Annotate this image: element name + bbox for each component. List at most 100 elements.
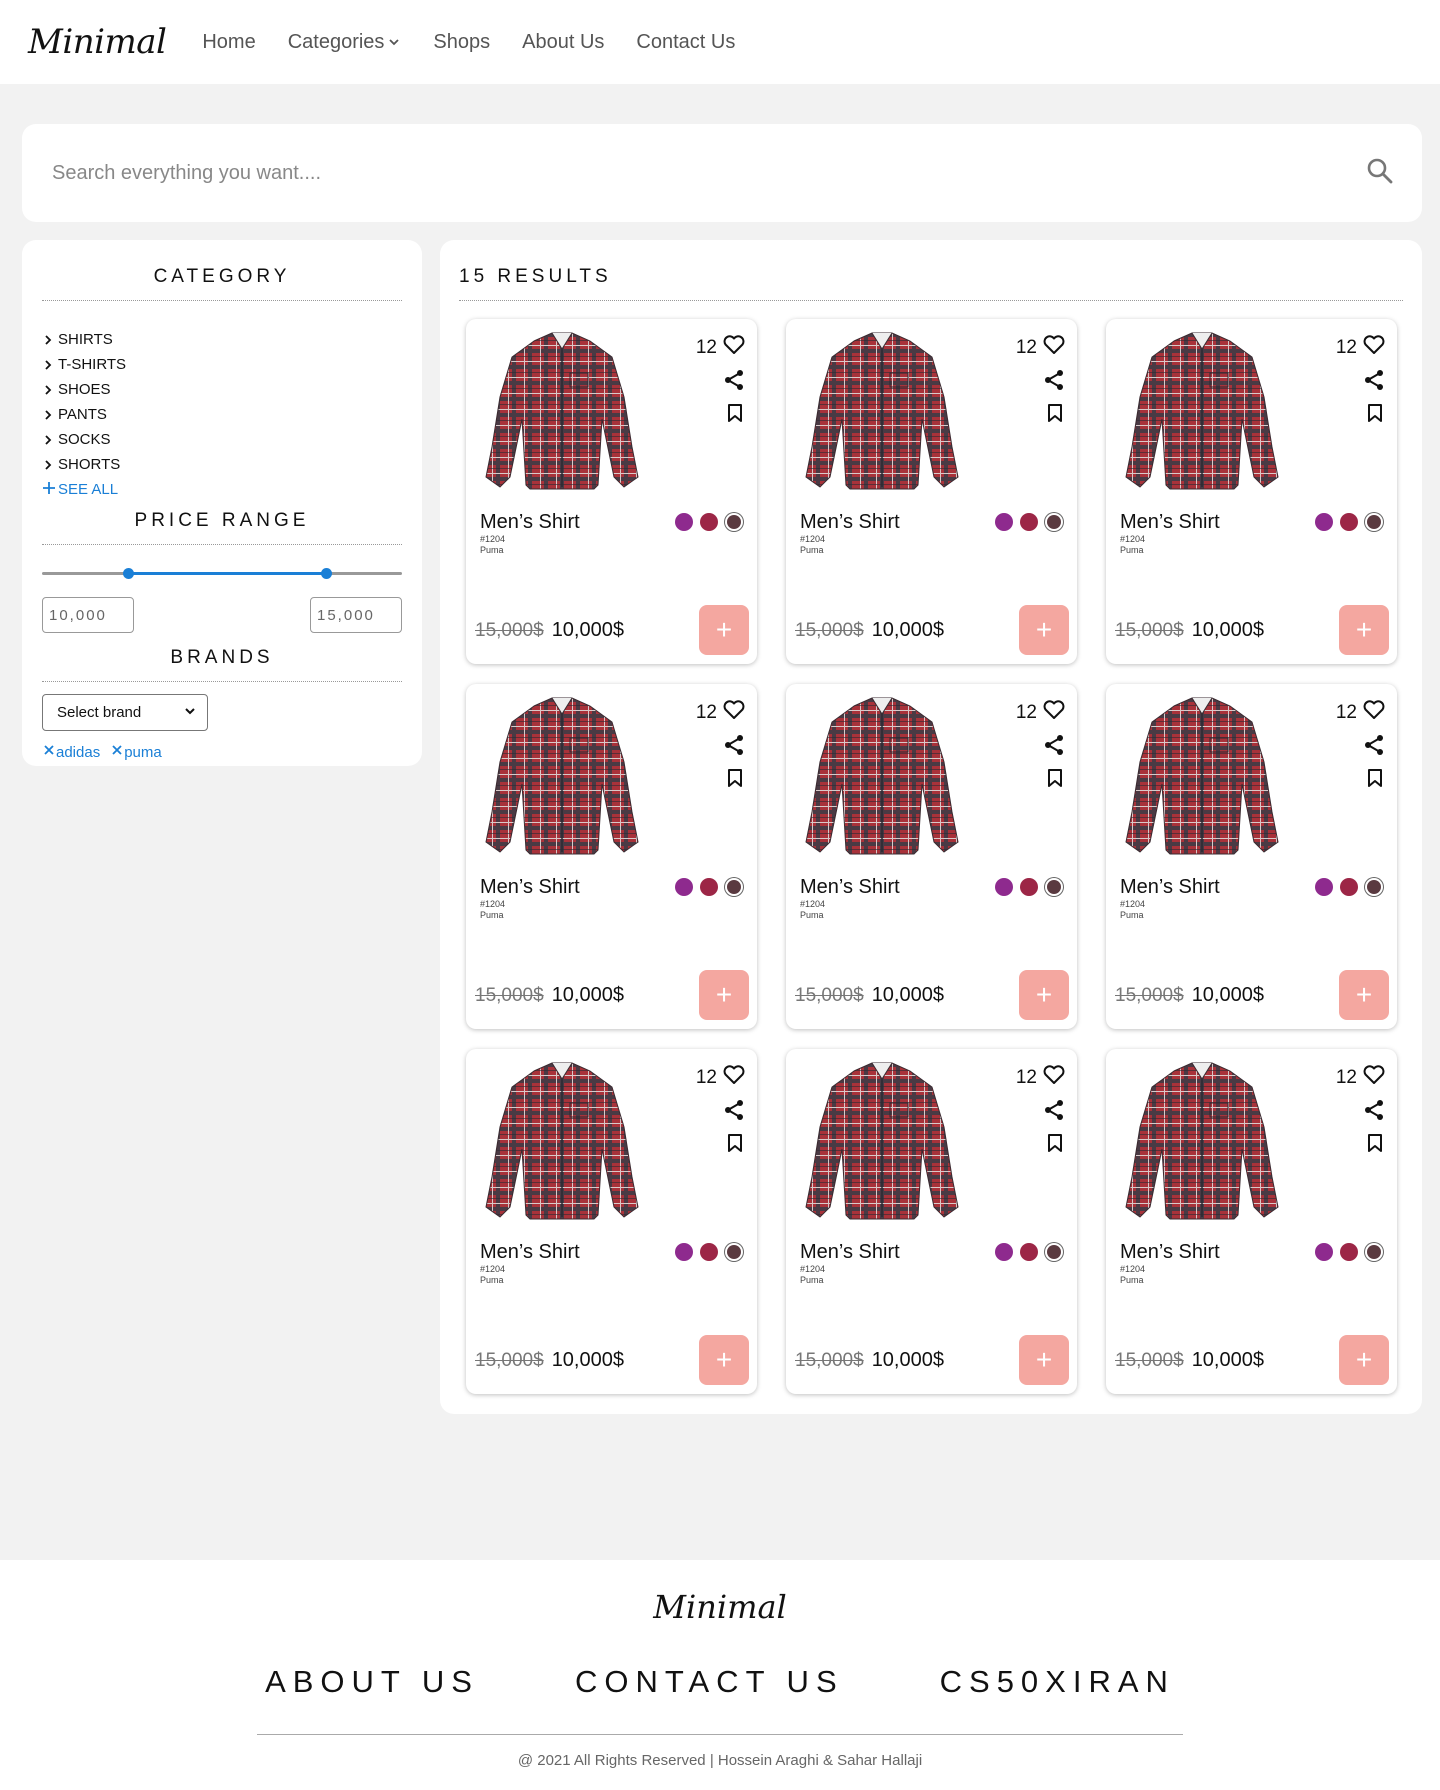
heart-icon[interactable] (1363, 1065, 1385, 1091)
category-item-shoes[interactable]: SHOES (42, 377, 402, 402)
color-swatch-selected[interactable] (1047, 1245, 1061, 1259)
like-control[interactable]: 12 (1016, 700, 1065, 726)
add-to-cart-button[interactable]: + (1339, 970, 1389, 1020)
category-item-t-shirts[interactable]: T-SHIRTS (42, 352, 402, 377)
site-logo[interactable]: Minimal (28, 22, 167, 62)
product-name[interactable]: Men’s Shirt (480, 1241, 580, 1264)
bookmark-icon[interactable] (1047, 1133, 1063, 1158)
color-swatch[interactable] (1340, 513, 1358, 531)
product-image[interactable] (1114, 327, 1290, 495)
product-image[interactable] (474, 692, 650, 860)
product-card[interactable]: 12 Men’s Shirt #1204 Puma 15,000$ 10,000… (466, 1049, 757, 1394)
product-image[interactable] (474, 327, 650, 495)
share-icon[interactable] (723, 734, 745, 761)
product-card[interactable]: 12 Men’s Shirt #1204 Puma 15,000$ 10,000… (1106, 1049, 1397, 1394)
brand-tag-adidas[interactable]: adidas (42, 743, 100, 761)
bookmark-icon[interactable] (1367, 768, 1383, 793)
product-name[interactable]: Men’s Shirt (1120, 876, 1220, 899)
color-swatch[interactable] (995, 1243, 1013, 1261)
color-swatch[interactable] (675, 878, 693, 896)
color-swatch[interactable] (995, 513, 1013, 531)
bookmark-icon[interactable] (727, 403, 743, 428)
color-swatch-selected[interactable] (1047, 880, 1061, 894)
add-to-cart-button[interactable]: + (699, 970, 749, 1020)
add-to-cart-button[interactable]: + (1019, 605, 1069, 655)
footer-link-about-us[interactable]: ABOUT US (265, 1664, 479, 1700)
category-item-shorts[interactable]: SHORTS (42, 452, 402, 477)
category-item-shirts[interactable]: SHIRTS (42, 327, 402, 352)
product-image[interactable] (1114, 692, 1290, 860)
color-swatch-selected[interactable] (1047, 515, 1061, 529)
heart-icon[interactable] (723, 1065, 745, 1091)
product-card[interactable]: 12 Men’s Shirt #1204 Puma 15,000$ 10,000… (786, 1049, 1077, 1394)
share-icon[interactable] (1363, 734, 1385, 761)
like-control[interactable]: 12 (696, 700, 745, 726)
product-image[interactable] (1114, 1057, 1290, 1225)
see-all-link[interactable]: SEE ALL (42, 477, 402, 502)
heart-icon[interactable] (1043, 1065, 1065, 1091)
share-icon[interactable] (723, 1099, 745, 1126)
footer-link-contact-us[interactable]: CONTACT US (575, 1664, 844, 1700)
color-swatch-selected[interactable] (1367, 1245, 1381, 1259)
product-name[interactable]: Men’s Shirt (800, 511, 900, 534)
color-swatch[interactable] (995, 878, 1013, 896)
color-swatch[interactable] (1340, 1243, 1358, 1261)
color-swatch[interactable] (700, 513, 718, 531)
heart-icon[interactable] (1043, 335, 1065, 361)
bookmark-icon[interactable] (1367, 1133, 1383, 1158)
bookmark-icon[interactable] (727, 1133, 743, 1158)
bookmark-icon[interactable] (1047, 403, 1063, 428)
slider-max-handle[interactable] (321, 568, 333, 579)
product-card[interactable]: 12 Men’s Shirt #1204 Puma 15,000$ 10,000… (466, 319, 757, 664)
color-swatch[interactable] (1315, 1243, 1333, 1261)
nav-contact-us[interactable]: Contact Us (636, 31, 735, 54)
heart-icon[interactable] (723, 335, 745, 361)
product-card[interactable]: 12 Men’s Shirt #1204 Puma 15,000$ 10,000… (466, 684, 757, 1029)
like-control[interactable]: 12 (1336, 1065, 1385, 1091)
search-input[interactable] (52, 161, 1252, 185)
color-swatch[interactable] (1315, 878, 1333, 896)
color-swatch-selected[interactable] (727, 1245, 741, 1259)
nav-home[interactable]: Home (202, 31, 255, 54)
like-control[interactable]: 12 (696, 335, 745, 361)
product-card[interactable]: 12 Men’s Shirt #1204 Puma 15,000$ 10,000… (786, 319, 1077, 664)
product-name[interactable]: Men’s Shirt (480, 876, 580, 899)
color-swatch-selected[interactable] (1367, 515, 1381, 529)
bookmark-icon[interactable] (1047, 768, 1063, 793)
share-icon[interactable] (1043, 369, 1065, 396)
add-to-cart-button[interactable]: + (1339, 1335, 1389, 1385)
category-item-pants[interactable]: PANTS (42, 402, 402, 427)
product-name[interactable]: Men’s Shirt (800, 1241, 900, 1264)
share-icon[interactable] (723, 369, 745, 396)
color-swatch[interactable] (675, 1243, 693, 1261)
footer-logo[interactable]: Minimal (0, 1588, 1440, 1626)
nav-shops[interactable]: Shops (433, 31, 490, 54)
color-swatch-selected[interactable] (727, 880, 741, 894)
product-name[interactable]: Men’s Shirt (1120, 511, 1220, 534)
color-swatch[interactable] (1020, 513, 1038, 531)
add-to-cart-button[interactable]: + (1339, 605, 1389, 655)
product-card[interactable]: 12 Men’s Shirt #1204 Puma 15,000$ 10,000… (1106, 319, 1397, 664)
color-swatch[interactable] (675, 513, 693, 531)
search-icon[interactable] (1366, 157, 1394, 190)
share-icon[interactable] (1363, 369, 1385, 396)
like-control[interactable]: 12 (1016, 335, 1065, 361)
color-swatch[interactable] (700, 1243, 718, 1261)
color-swatch[interactable] (1020, 1243, 1038, 1261)
add-to-cart-button[interactable]: + (699, 1335, 749, 1385)
color-swatch[interactable] (1020, 878, 1038, 896)
product-name[interactable]: Men’s Shirt (480, 511, 580, 534)
product-image[interactable] (794, 1057, 970, 1225)
brand-select[interactable]: Select brand (42, 694, 208, 731)
slider-min-handle[interactable] (123, 568, 135, 579)
footer-link-cs50xiran[interactable]: CS50XIRAN (940, 1664, 1175, 1700)
heart-icon[interactable] (723, 700, 745, 726)
brand-tag-puma[interactable]: puma (110, 743, 162, 761)
like-control[interactable]: 12 (1336, 335, 1385, 361)
heart-icon[interactable] (1363, 700, 1385, 726)
like-control[interactable]: 12 (696, 1065, 745, 1091)
product-name[interactable]: Men’s Shirt (800, 876, 900, 899)
heart-icon[interactable] (1043, 700, 1065, 726)
product-image[interactable] (794, 327, 970, 495)
close-icon[interactable] (110, 743, 124, 761)
